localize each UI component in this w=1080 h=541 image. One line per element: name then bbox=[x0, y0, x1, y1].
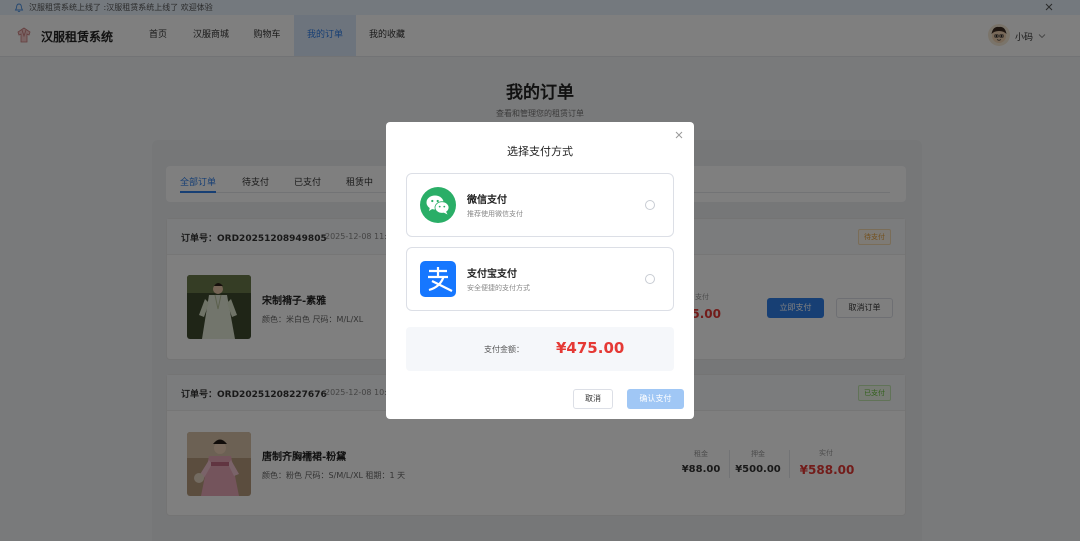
wechat-pay-option[interactable]: 微信支付 推荐使用微信支付 bbox=[406, 173, 674, 237]
alipay-radio[interactable] bbox=[645, 274, 655, 284]
pay-option-desc: 安全便捷的支付方式 bbox=[467, 284, 530, 292]
close-icon[interactable] bbox=[674, 130, 684, 140]
alipay-option[interactable]: 支付宝支付 安全便捷的支付方式 bbox=[406, 247, 674, 311]
payment-method-dialog: 选择支付方式 微信支付 推荐使用微信支付 支付宝支付 安全便捷的支付方式 支付金… bbox=[386, 122, 694, 419]
dialog-title: 选择支付方式 bbox=[507, 145, 573, 158]
alipay-icon bbox=[420, 261, 456, 297]
amount-label: 支付金额： bbox=[484, 345, 524, 354]
amount-value: ¥475.00 bbox=[556, 339, 625, 357]
payment-amount-box: 支付金额： ¥475.00 bbox=[406, 327, 674, 371]
wechat-pay-radio[interactable] bbox=[645, 200, 655, 210]
pay-option-desc: 推荐使用微信支付 bbox=[467, 210, 523, 218]
wechat-pay-icon bbox=[420, 187, 456, 223]
confirm-payment-button[interactable]: 确认支付 bbox=[627, 389, 684, 409]
pay-option-name: 微信支付 bbox=[467, 195, 507, 206]
cancel-button[interactable]: 取消 bbox=[573, 389, 613, 409]
pay-option-name: 支付宝支付 bbox=[467, 269, 517, 280]
